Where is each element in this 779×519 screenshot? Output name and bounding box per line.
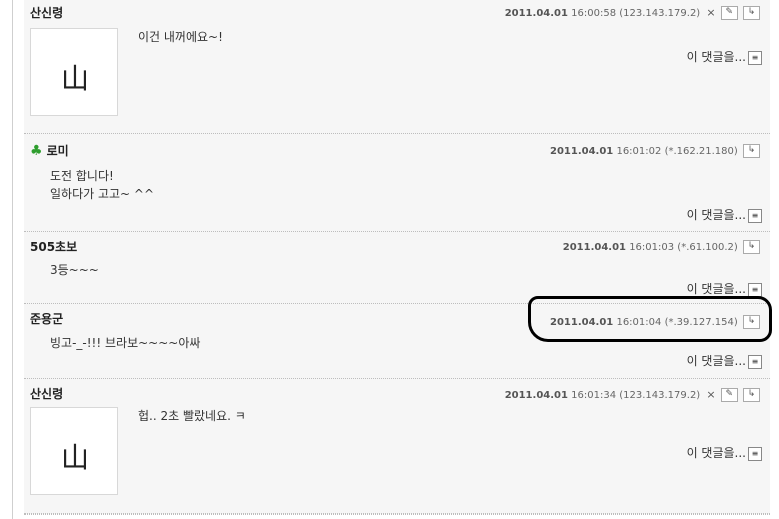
comment-date: 2011.04.01 [550,146,614,157]
reply-arrow-icon[interactable]: ↳ [743,240,760,254]
comment-date: 2011.04.01 [504,390,568,401]
comment-doc-icon: ≡ [748,282,762,297]
delete-icon[interactable]: × [706,388,715,401]
comment-author[interactable]: 505초보 [30,238,77,255]
comment-body: 이건 내꺼에요~! [138,30,223,44]
comment-ip: (123.143.179.2) [619,390,701,401]
comment-item: 산신령 2011.04.01 16:01:34 (123.143.179.2) … [24,379,770,514]
edit-icon[interactable]: ✎ [720,388,738,402]
comment-author[interactable]: 산신령 [30,385,63,402]
comment-meta: 2011.04.01 16:01:34 (123.143.179.2) × ✎ … [505,388,760,402]
reply-label: 이 댓글을... [686,50,746,64]
clover-icon: ♣ [30,143,43,159]
left-border [12,0,13,519]
comment-item: ♣ 로미 2011.04.01 16:01:02 (*.162.21.180) ↳… [24,134,770,232]
reply-arrow-icon[interactable]: ↳ [743,144,760,158]
comment-doc-icon: ≡ [748,208,762,223]
comment-doc-icon: ≡ [748,446,762,461]
reply-label: 이 댓글을... [686,354,746,368]
comment-meta: 2011.04.01 16:01:03 (*.61.100.2) ↳ [563,240,760,254]
comment-author-label: 로미 [46,144,69,158]
reply-label: 이 댓글을... [686,282,746,296]
avatar-glyph: 山 [61,62,90,95]
avatar: 山 [30,28,118,116]
comment-meta: 2011.04.01 16:01:02 (*.162.21.180) ↳ [550,144,760,158]
comment-author[interactable]: 산신령 [30,4,63,21]
comment-item: 산신령 2011.04.01 16:00:58 (123.143.179.2) … [24,0,770,134]
edit-icon[interactable]: ✎ [720,6,738,20]
delete-icon[interactable]: × [706,6,715,19]
avatar-glyph: 山 [61,441,90,474]
comment-time: 16:01:02 [616,146,662,157]
comment-time: 16:01:34 [571,390,617,401]
reply-arrow-icon[interactable]: ↳ [743,388,760,402]
reply-link[interactable]: 이 댓글을... ≡ [687,352,762,369]
divider [24,514,770,515]
comment-author[interactable]: ♣ 로미 [30,142,69,159]
comment-time: 16:01:03 [629,242,675,253]
comment-date: 2011.04.01 [562,242,626,253]
comment-meta: 2011.04.01 16:00:58 (123.143.179.2) × ✎ … [505,6,760,20]
comment-ip: (123.143.179.2) [619,8,701,19]
reply-link[interactable]: 이 댓글을... ≡ [687,280,762,297]
comment-body: 3등~~~ [50,263,99,277]
reply-link[interactable]: 이 댓글을... ≡ [687,206,762,223]
reply-arrow-icon[interactable]: ↳ [743,6,760,20]
avatar: 山 [30,407,118,495]
hand-drawn-highlight-circle [528,296,772,342]
comment-date: 2011.04.01 [504,8,568,19]
comment-doc-icon: ≡ [748,354,762,369]
reply-label: 이 댓글을... [686,446,746,460]
reply-label: 이 댓글을... [686,208,746,222]
comment-body: 빙고-_-!!! 브라보~~~~아싸 [50,336,201,350]
comment-doc-icon: ≡ [748,50,762,65]
comment-time: 16:00:58 [571,8,617,19]
comment-ip: (*.162.21.180) [664,146,738,157]
comment-body: 도전 합니다! 일하다가 고고~ ^^ [50,169,155,201]
comment-author[interactable]: 준용군 [30,310,63,327]
reply-link[interactable]: 이 댓글을... ≡ [687,444,762,461]
comment-ip: (*.61.100.2) [677,242,738,253]
reply-link[interactable]: 이 댓글을... ≡ [687,48,762,65]
comment-body: 헙.. 2초 빨랐네요. ㅋ [138,409,246,423]
comment-item: 505초보 2011.04.01 16:01:03 (*.61.100.2) ↳… [24,232,770,304]
